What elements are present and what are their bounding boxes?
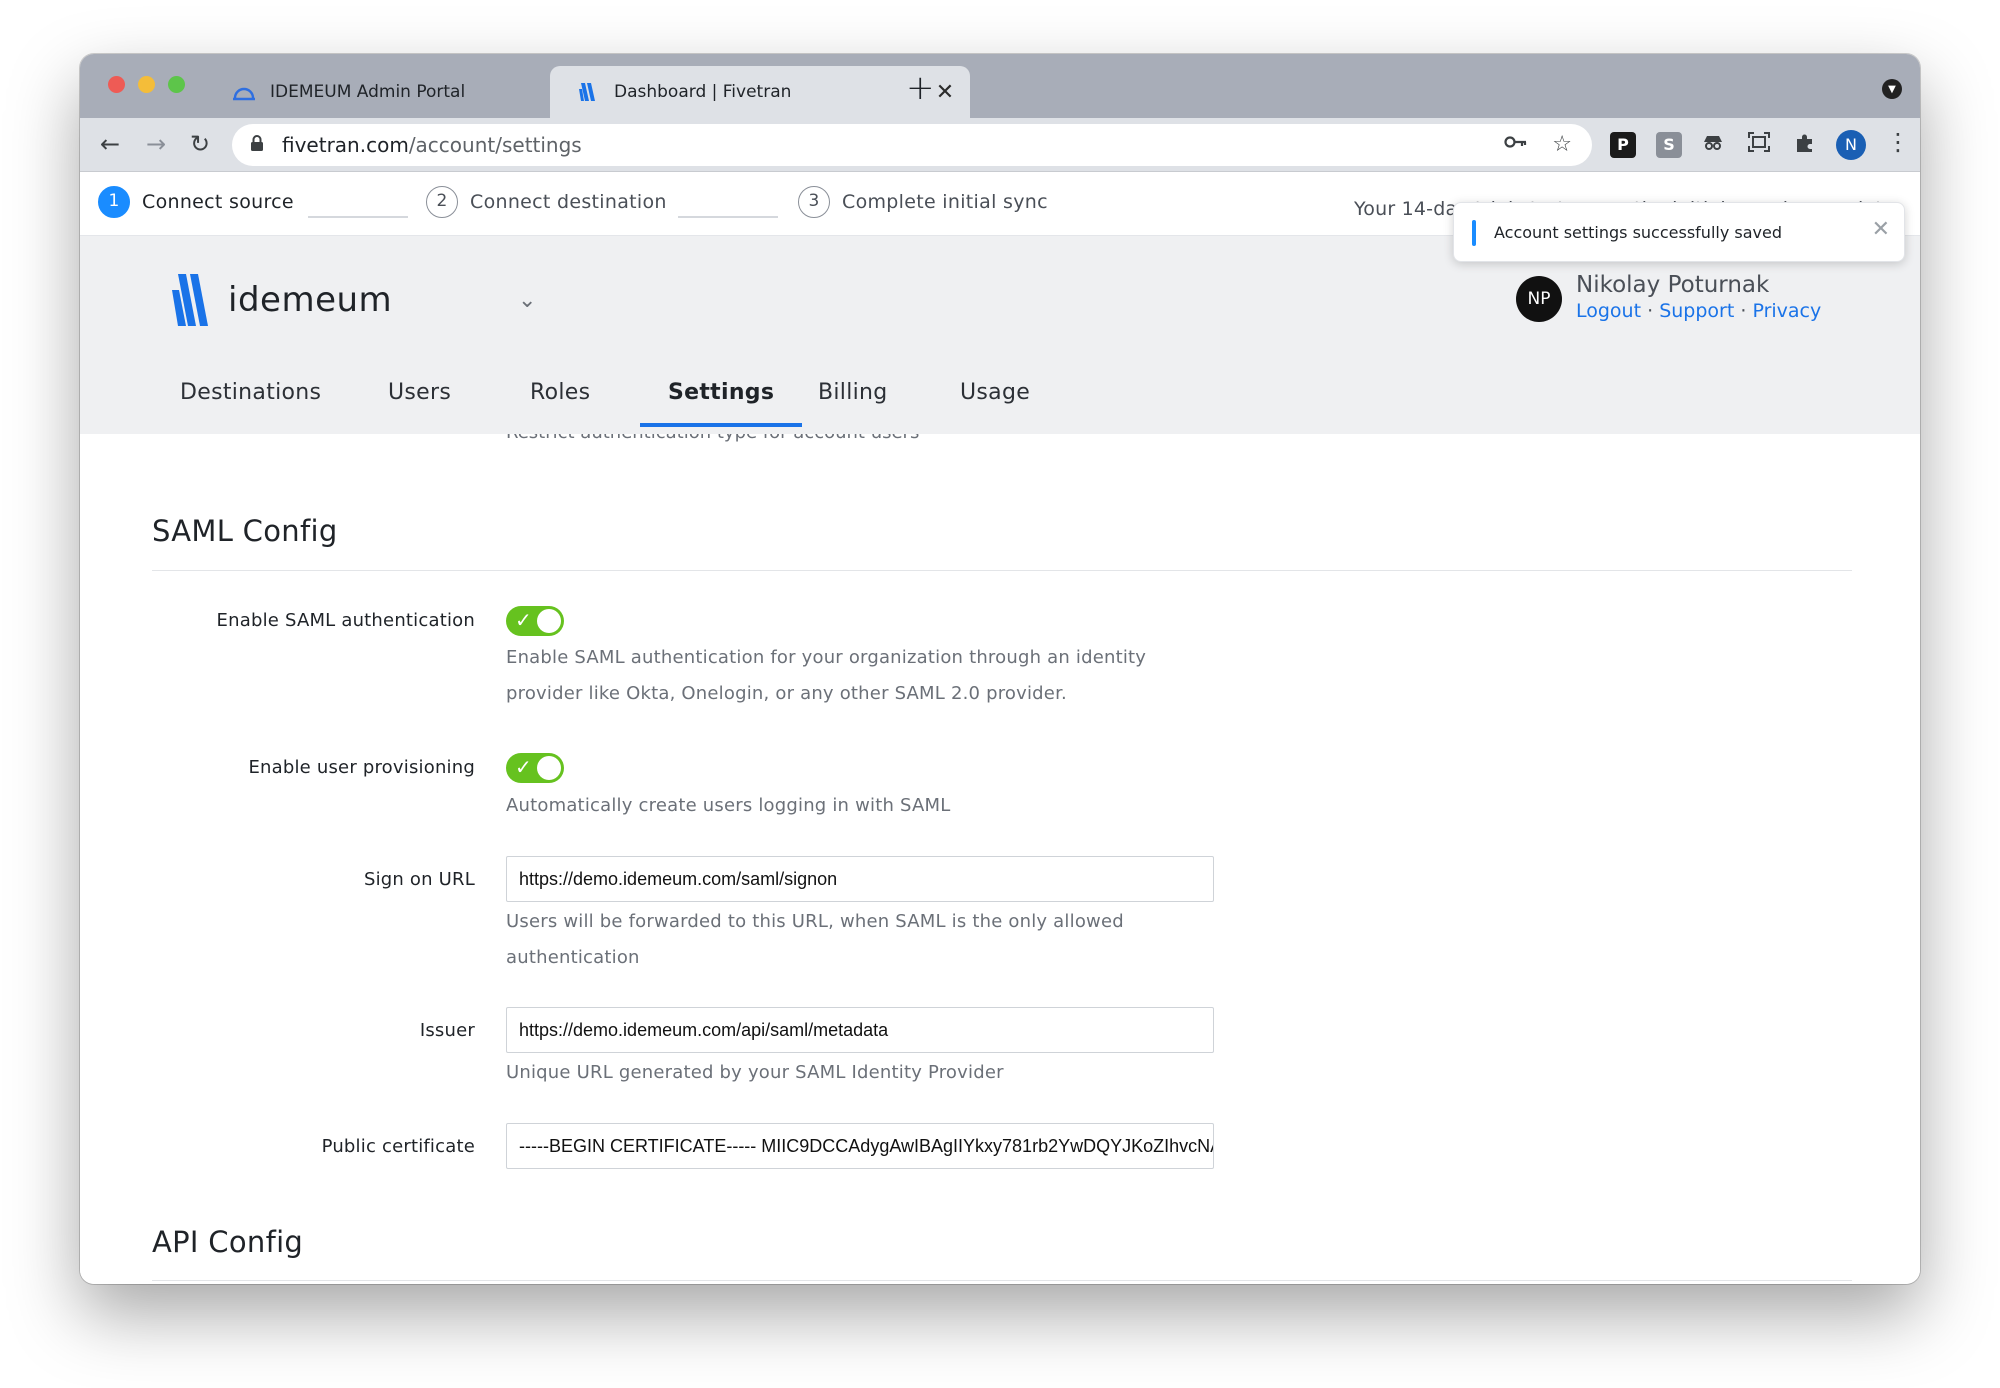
maximize-window-button[interactable]: [168, 76, 185, 93]
step-label: Connect destination: [470, 191, 667, 213]
browser-toolbar: ← → ↻ fivetran.com/account/settings ☆ P …: [80, 118, 1920, 172]
profile-avatar[interactable]: N: [1836, 130, 1866, 160]
extension-spy-icon[interactable]: [1700, 132, 1726, 158]
enable-saml-help: Enable SAML authentication for your orga…: [506, 647, 1147, 704]
minimize-window-button[interactable]: [138, 76, 155, 93]
url-text: fivetran.com/account/settings: [282, 133, 582, 157]
browser-window: IDEMEUM Admin Portal ✕ Dashboard | Fivet…: [80, 54, 1920, 1284]
link-separator: ·: [1647, 300, 1654, 322]
check-icon: ✓: [515, 755, 532, 779]
sign-on-url-help: Users will be forwarded to this URL, whe…: [506, 911, 1124, 968]
tab-title: Dashboard | Fivetran: [614, 82, 792, 102]
url-host: fivetran.com: [282, 133, 409, 157]
public-certificate-label: Public certificate: [321, 1136, 475, 1157]
sign-on-url-label: Sign on URL: [363, 869, 475, 890]
settings-content: Restrict authentication type for account…: [80, 434, 1920, 1284]
enable-saml-label: Enable SAML authentication: [216, 610, 475, 631]
step-connector: [678, 216, 778, 218]
account-header: idemeum ⌄ NP Nikolay Poturnak Logout · S…: [80, 236, 1920, 434]
toggle-knob: [537, 609, 561, 633]
support-link[interactable]: Support: [1659, 300, 1734, 322]
toast-close-icon[interactable]: ✕: [1872, 217, 1890, 242]
section-divider: [152, 570, 1852, 571]
public-certificate-input[interactable]: -----BEGIN CERTIFICATE----- MIIC9DCCAdyg…: [506, 1123, 1214, 1169]
back-icon[interactable]: ←: [94, 128, 126, 160]
step-connect-destination: 2 Connect destination: [426, 186, 667, 218]
check-icon: ✓: [515, 608, 532, 632]
step-label: Connect source: [142, 191, 294, 213]
tab-settings[interactable]: Settings: [639, 380, 803, 427]
step-number: 3: [798, 186, 830, 218]
saml-config-title: SAML Config: [152, 514, 338, 548]
link-separator: ·: [1740, 300, 1747, 322]
account-name[interactable]: idemeum: [228, 280, 392, 320]
auth-restriction-help: Restrict authentication type for account…: [506, 434, 919, 443]
section-divider: [152, 1280, 1852, 1281]
browser-menu-icon[interactable]: ⋮: [1886, 128, 1910, 156]
step-initial-sync: 3 Complete initial sync: [798, 186, 1048, 218]
success-toast: Account settings successfully saved ✕: [1453, 202, 1905, 262]
step-connector: [308, 216, 408, 218]
enable-saml-toggle[interactable]: ✓: [506, 606, 564, 636]
tab-strip: IDEMEUM Admin Portal ✕ Dashboard | Fivet…: [80, 54, 1920, 118]
tab-roles[interactable]: Roles: [530, 380, 590, 405]
step-label: Complete initial sync: [842, 191, 1048, 213]
cloud-icon: [232, 80, 256, 104]
user-avatar: NP: [1516, 276, 1562, 322]
step-number: 2: [426, 186, 458, 218]
chevron-down-icon[interactable]: ⌄: [518, 288, 536, 313]
fivetran-icon: [576, 80, 600, 104]
forward-icon[interactable]: →: [140, 128, 172, 160]
screenshot-icon[interactable]: [1746, 132, 1772, 158]
issuer-label: Issuer: [419, 1020, 475, 1041]
logout-link[interactable]: Logout: [1576, 300, 1641, 322]
tab-destinations[interactable]: Destinations: [180, 380, 321, 405]
user-provisioning-toggle[interactable]: ✓: [506, 753, 564, 783]
toggle-knob: [537, 756, 561, 780]
new-tab-button[interactable]: +: [906, 68, 935, 108]
issuer-help: Unique URL generated by your SAML Identi…: [506, 1062, 1004, 1083]
tab-title: IDEMEUM Admin Portal: [270, 82, 466, 102]
key-icon[interactable]: [1504, 132, 1528, 158]
close-tab-icon[interactable]: ✕: [930, 80, 960, 105]
tab-users[interactable]: Users: [388, 380, 451, 405]
lock-icon: [250, 134, 272, 157]
step-connect-source: 1 Connect source: [98, 186, 294, 218]
tab-billing[interactable]: Billing: [818, 380, 888, 405]
issuer-input[interactable]: https://demo.idemeum.com/api/saml/metada…: [506, 1007, 1214, 1053]
fivetran-logo-icon: [172, 272, 208, 328]
extensions-puzzle-icon[interactable]: [1792, 132, 1818, 158]
close-window-button[interactable]: [108, 76, 125, 93]
user-provisioning-help: Automatically create users logging in wi…: [506, 795, 951, 816]
address-bar[interactable]: fivetran.com/account/settings ☆: [232, 124, 1592, 166]
url-path: /account/settings: [408, 133, 582, 157]
extension-p-icon[interactable]: P: [1610, 132, 1636, 158]
step-number: 1: [98, 186, 130, 218]
tab-search-icon[interactable]: ▼: [1882, 79, 1902, 99]
tab-usage[interactable]: Usage: [960, 380, 1030, 405]
toast-message: Account settings successfully saved: [1494, 223, 1782, 242]
privacy-link[interactable]: Privacy: [1752, 300, 1821, 322]
bookmark-star-icon[interactable]: ☆: [1552, 132, 1572, 157]
user-provisioning-label: Enable user provisioning: [248, 757, 475, 778]
extension-s-icon[interactable]: S: [1656, 132, 1682, 158]
api-config-title: API Config: [152, 1225, 304, 1259]
sign-on-url-input[interactable]: https://demo.idemeum.com/saml/signon: [506, 856, 1214, 902]
user-name: Nikolay Poturnak: [1576, 272, 1770, 298]
user-links: Logout · Support · Privacy: [1576, 300, 1821, 322]
account-nav: Destinations Users Roles Settings Billin…: [80, 362, 1920, 434]
toast-accent-bar: [1472, 220, 1476, 246]
reload-icon[interactable]: ↻: [184, 128, 216, 160]
